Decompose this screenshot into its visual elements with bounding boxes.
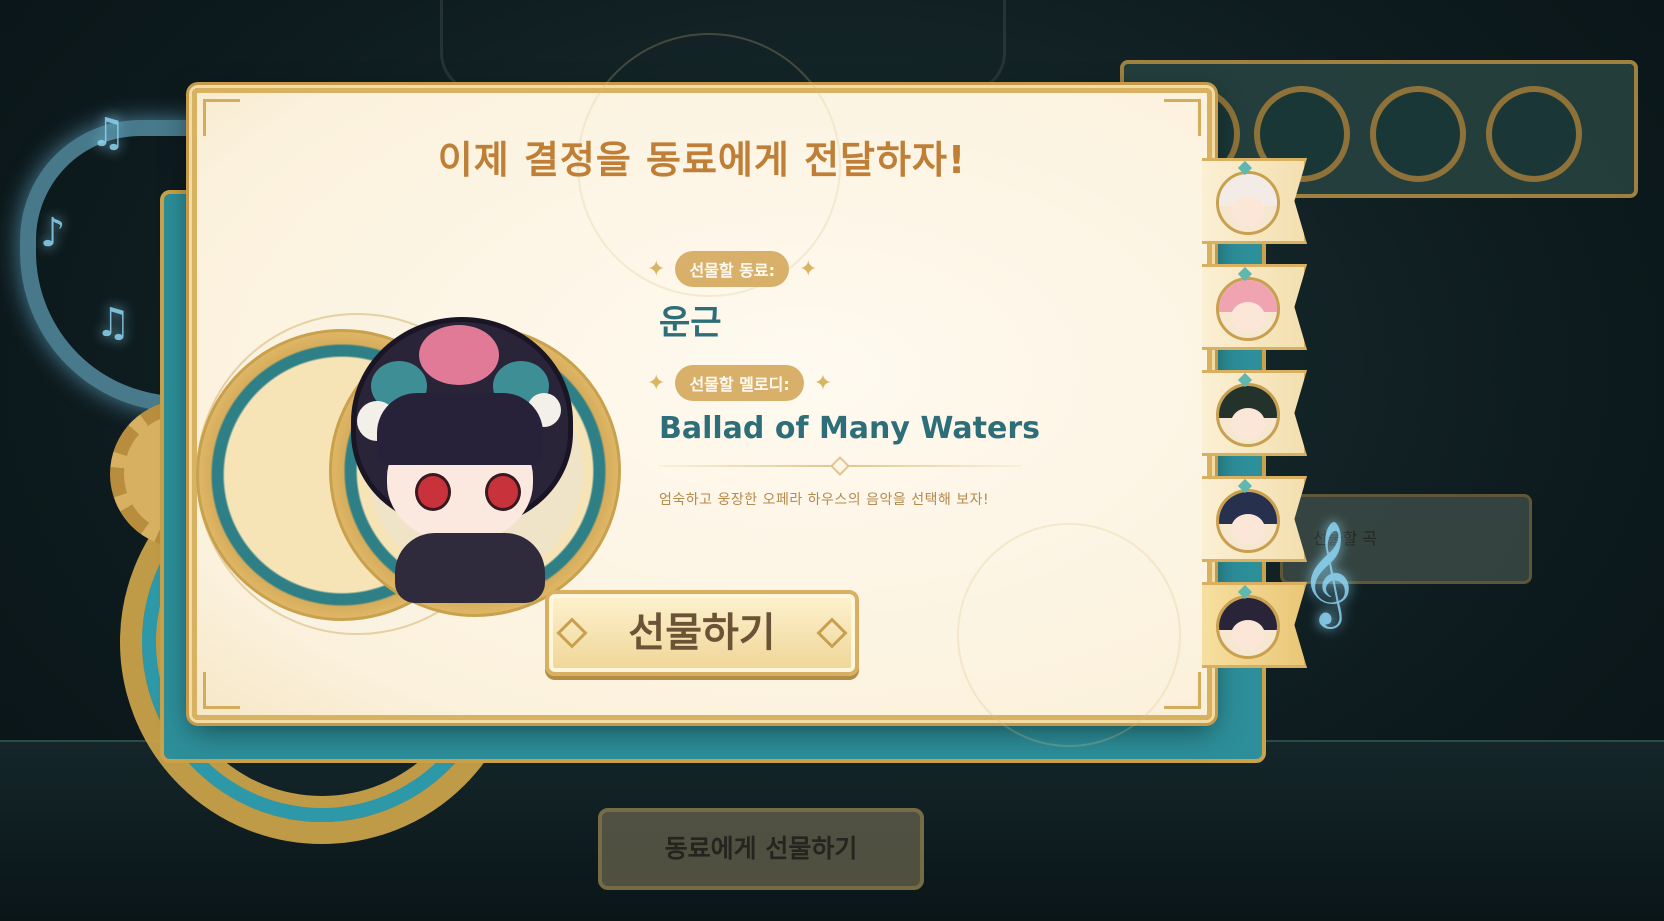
companion-avatar (1216, 383, 1280, 447)
companion-avatar (1216, 595, 1280, 659)
companion-label-row: ✦ 선물할 동료: ✦ (647, 251, 817, 287)
companion-tab-2[interactable] (1202, 264, 1307, 350)
companion-avatar (1216, 489, 1280, 553)
melody-label: 선물할 멜로디: (675, 365, 804, 401)
corner-ornament (203, 672, 240, 709)
gift-to-companion-button: 동료에게 선물하기 (598, 808, 924, 890)
eye-right (485, 473, 521, 511)
music-note-icon: ♪ (40, 210, 66, 256)
companion-tab-4[interactable] (1202, 476, 1307, 562)
music-note-icon: ♫ (95, 300, 131, 346)
sparkle-icon: ✦ (647, 256, 666, 282)
eye-left (415, 473, 451, 511)
companion-avatar (1216, 171, 1280, 235)
gift-button[interactable]: 선물하기 (545, 590, 859, 676)
treble-clef-icon: 𝄞 (1300, 520, 1354, 625)
companion-name: 운근 (659, 303, 722, 343)
hat-ornament (419, 325, 499, 385)
companion-portrait-hair (377, 393, 543, 465)
gift-confirm-dialog: 이제 결정을 동료에게 전달하자! ✦ 선물할 동료: ✦ 운근 ✦ 선물할 멜… (192, 33, 1212, 747)
melody-name: Ballad of Many Waters (659, 411, 1041, 446)
sparkle-icon: ✦ (813, 370, 833, 396)
background-ornament (957, 523, 1181, 747)
sparkle-icon: ✦ (647, 370, 666, 396)
companion-tab-3[interactable] (1202, 370, 1307, 456)
dialog-title: 이제 결정을 동료에게 전달하자! (437, 138, 967, 182)
disc-icon (1370, 86, 1466, 182)
melody-description: 엄숙하고 웅장한 오페라 하우스의 음악을 선택해 보자! (659, 492, 990, 508)
ornament-arrow-icon (556, 617, 588, 649)
ornament-arrow-icon (816, 617, 848, 649)
melody-label-row: ✦ 선물할 멜로디: ✦ (647, 365, 832, 401)
music-note-icon (1486, 86, 1582, 182)
divider-ornament (830, 456, 850, 476)
companion-tab-5[interactable] (1202, 582, 1307, 668)
companion-avatar (1216, 277, 1280, 341)
companion-label: 선물할 동료: (675, 251, 790, 287)
companion-tab-1[interactable] (1202, 158, 1307, 244)
companion-portrait-body (395, 533, 545, 603)
gift-button-label: 선물하기 (628, 610, 776, 656)
music-note-icon: ♫ (90, 110, 126, 156)
sparkle-icon: ✦ (799, 256, 818, 282)
